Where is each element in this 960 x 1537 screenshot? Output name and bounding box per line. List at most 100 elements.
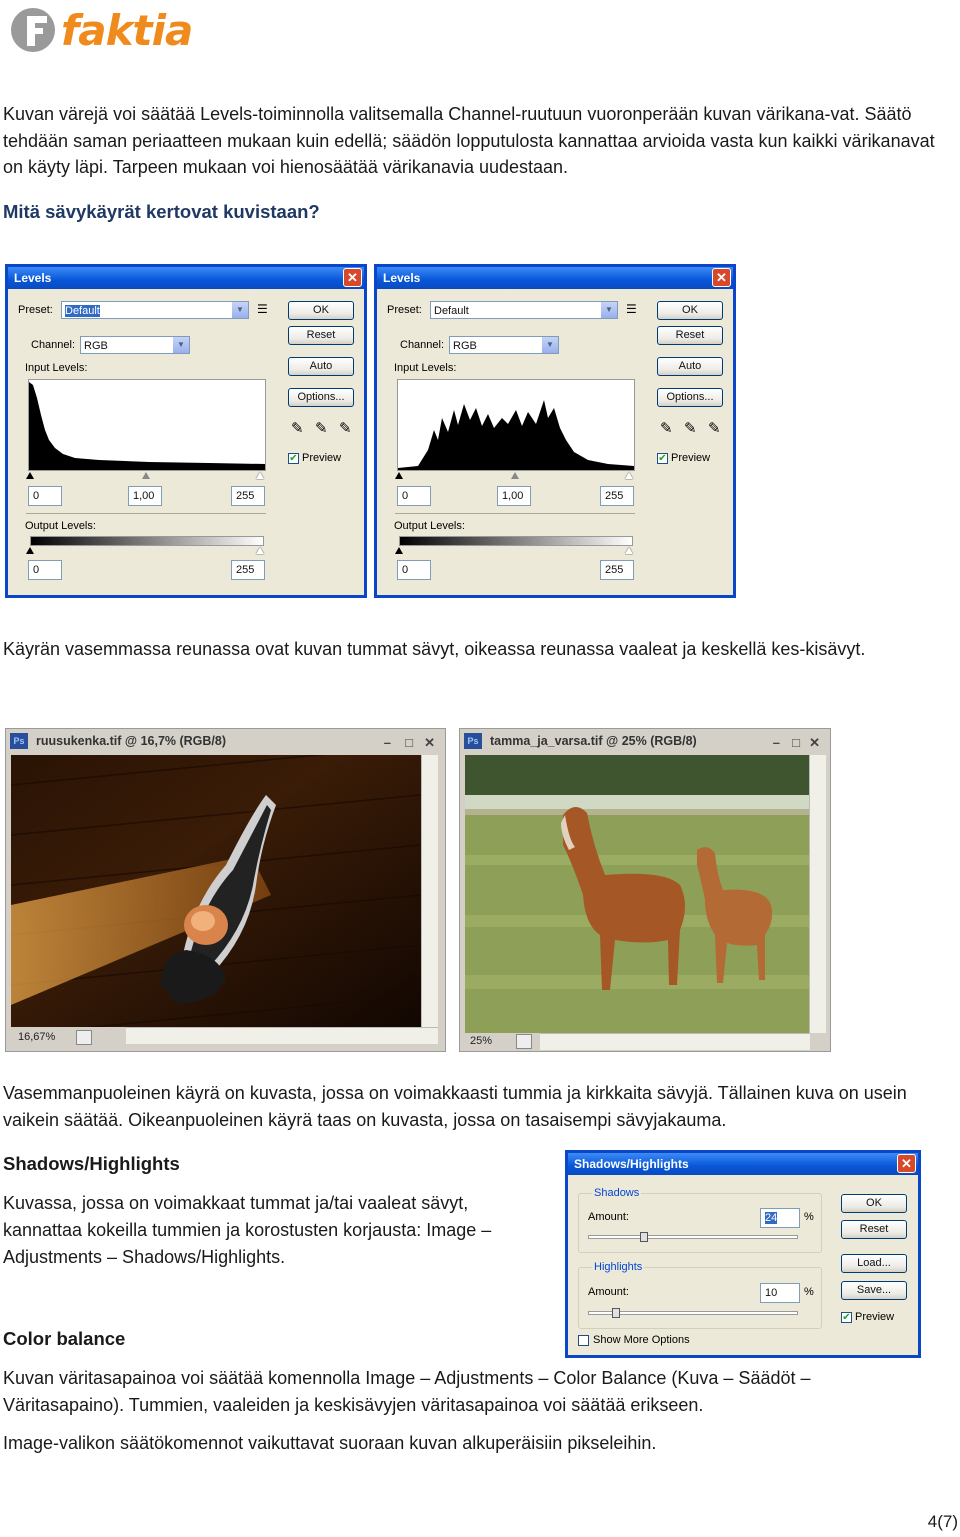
load-button[interactable]: Load... (841, 1254, 907, 1273)
input-white-point-slider[interactable] (625, 472, 633, 479)
preview-checkbox[interactable]: ✔ (657, 453, 668, 464)
shadows-amount-slider[interactable] (588, 1235, 798, 1239)
ok-button[interactable]: OK (657, 301, 723, 320)
input-midpoint-slider[interactable] (511, 472, 519, 479)
show-more-options-checkbox[interactable] (578, 1335, 589, 1346)
output-black-slider[interactable] (26, 547, 34, 554)
preset-select[interactable]: Default ▼ (430, 301, 618, 319)
divider (395, 513, 635, 514)
input-gamma-value[interactable]: 1,00 (497, 486, 531, 506)
photoshop-icon: Ps (10, 733, 28, 749)
show-more-options-label: Show More Options (593, 1334, 690, 1346)
output-black-value[interactable]: 0 (28, 560, 62, 580)
gray-eyedropper-icon[interactable]: ✎ (315, 419, 328, 437)
input-white-point-slider[interactable] (256, 472, 264, 479)
faktia-logo: faktia (9, 6, 209, 55)
output-white-slider[interactable] (625, 547, 633, 554)
maximize-icon[interactable]: □ (405, 731, 413, 755)
histogram-graph (29, 382, 265, 470)
preset-options-icon[interactable]: ☰ (257, 302, 268, 316)
shadows-amount-input[interactable]: 24 (760, 1208, 800, 1228)
dialog-title: Levels (14, 271, 52, 285)
options-button[interactable]: Options... (288, 388, 354, 407)
channel-select[interactable]: RGB ▼ (449, 336, 559, 354)
status-menu-icon[interactable] (76, 1030, 92, 1045)
preset-value: Default (434, 305, 469, 317)
output-black-slider[interactable] (395, 547, 403, 554)
white-eyedropper-icon[interactable]: ✎ (339, 419, 352, 437)
save-button[interactable]: Save... (841, 1281, 907, 1300)
close-icon[interactable]: ✕ (809, 731, 820, 755)
percent-sign: % (804, 1211, 814, 1223)
channel-value: RGB (84, 340, 108, 352)
auto-button[interactable]: Auto (288, 357, 354, 376)
vertical-scrollbar[interactable] (809, 755, 826, 1033)
shadows-slider-thumb[interactable] (640, 1232, 648, 1242)
dialog-titlebar: Shadows/Highlights ✕ (568, 1153, 918, 1175)
black-eyedropper-icon[interactable]: ✎ (291, 419, 304, 437)
shadows-highlights-dialog: Shadows/Highlights ✕ Shadows Amount: 24 … (565, 1150, 921, 1358)
options-button[interactable]: Options... (657, 388, 723, 407)
dialog-title: Shadows/Highlights (574, 1157, 689, 1171)
preset-options-icon[interactable]: ☰ (626, 302, 637, 316)
input-white-value[interactable]: 255 (231, 486, 265, 506)
reset-button[interactable]: Reset (841, 1220, 907, 1239)
dialog-titlebar: Levels ✕ (8, 267, 364, 289)
input-black-value[interactable]: 0 (397, 486, 431, 506)
input-gamma-value[interactable]: 1,00 (128, 486, 162, 506)
close-icon[interactable]: ✕ (424, 731, 435, 755)
ok-button[interactable]: OK (841, 1194, 907, 1213)
preset-value: Default (65, 305, 100, 317)
input-black-value[interactable]: 0 (28, 486, 62, 506)
page-number: 4(7) (927, 1512, 958, 1531)
input-black-point-slider[interactable] (395, 472, 403, 479)
input-levels-label: Input Levels: (25, 362, 88, 374)
chevron-down-icon: ▼ (173, 337, 189, 353)
reset-button[interactable]: Reset (288, 326, 354, 345)
section-heading-shadows-highlights: Shadows/Highlights (3, 1153, 180, 1174)
white-eyedropper-icon[interactable]: ✎ (708, 419, 721, 437)
close-icon[interactable]: ✕ (343, 268, 362, 287)
vertical-scrollbar[interactable] (421, 755, 438, 1027)
zoom-level[interactable]: 25% (470, 1035, 492, 1047)
horizontal-scrollbar[interactable] (540, 1033, 810, 1050)
preset-select[interactable]: Default ▼ (61, 301, 249, 319)
output-gradient-bar (30, 536, 264, 546)
output-white-slider[interactable] (256, 547, 264, 554)
preview-checkbox[interactable]: ✔ (841, 1312, 852, 1323)
levels-dialog-right: Levels ✕ Preset: Default ▼ ☰ Channel: RG… (374, 264, 736, 598)
zoom-level[interactable]: 16,67% (18, 1031, 55, 1043)
gray-eyedropper-icon[interactable]: ✎ (684, 419, 697, 437)
highlights-amount-input[interactable]: 10 (760, 1283, 800, 1303)
preview-checkbox[interactable]: ✔ (288, 453, 299, 464)
output-white-value[interactable]: 255 (231, 560, 265, 580)
output-black-value[interactable]: 0 (397, 560, 431, 580)
minimize-icon[interactable]: – (773, 731, 780, 755)
input-black-point-slider[interactable] (26, 472, 34, 479)
dialog-title: Levels (383, 271, 421, 285)
close-icon[interactable]: ✕ (712, 268, 731, 287)
channel-label: Channel: (31, 339, 76, 351)
reset-button[interactable]: Reset (657, 326, 723, 345)
document-title: Ps tamma_ja_varsa.tif @ 25% (RGB/8) – □ … (460, 729, 830, 753)
input-white-value[interactable]: 255 (600, 486, 634, 506)
document-window-ruusukenka: Ps ruusukenka.tif @ 16,7% (RGB/8) – □ ✕ (5, 728, 446, 1052)
output-white-value[interactable]: 255 (600, 560, 634, 580)
auto-button[interactable]: Auto (657, 357, 723, 376)
section-heading-tone-curves: Mitä sävykäyrät kertovat kuvistaan? (3, 201, 320, 222)
input-midpoint-slider[interactable] (142, 472, 150, 479)
status-menu-icon[interactable] (516, 1034, 532, 1049)
photoshop-icon: Ps (464, 733, 482, 749)
close-icon[interactable]: ✕ (897, 1154, 916, 1173)
channel-select[interactable]: RGB ▼ (80, 336, 190, 354)
horizontal-scrollbar[interactable] (126, 1027, 438, 1044)
minimize-icon[interactable]: – (384, 731, 391, 755)
ok-button[interactable]: OK (288, 301, 354, 320)
highlights-slider-thumb[interactable] (612, 1308, 620, 1318)
chevron-down-icon: ▼ (601, 302, 617, 318)
maximize-icon[interactable]: □ (792, 731, 800, 755)
preview-label: Preview (302, 452, 342, 464)
black-eyedropper-icon[interactable]: ✎ (660, 419, 673, 437)
chevron-down-icon: ▼ (542, 337, 558, 353)
shadows-amount-label: Amount: (588, 1211, 629, 1223)
